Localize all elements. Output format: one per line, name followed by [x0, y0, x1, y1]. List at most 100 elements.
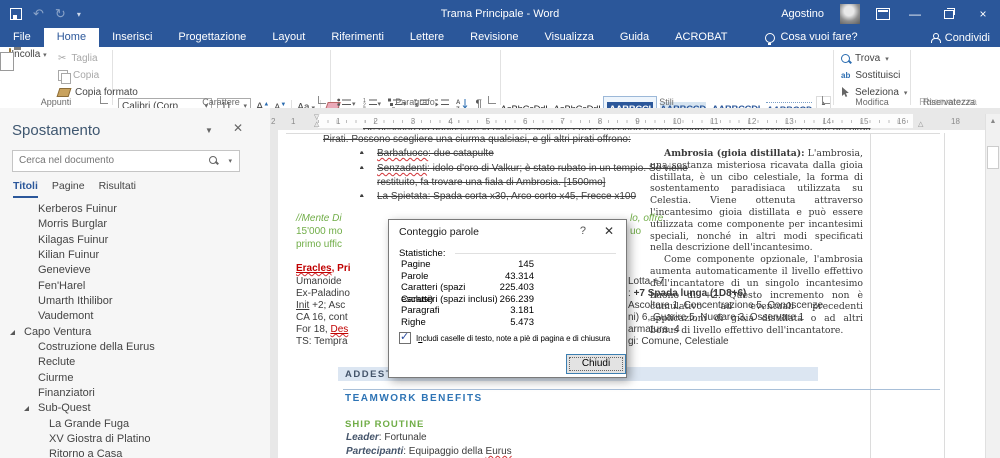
doc-line[interactable]: CA 16, cont — [296, 312, 348, 324]
tab-layout[interactable]: Layout — [259, 28, 318, 47]
paste-button[interactable]: Incolla ▾ — [3, 49, 53, 101]
doc-line[interactable]: lo, offre — [630, 213, 663, 225]
right-indent-marker[interactable]: △ — [918, 121, 923, 128]
stili-dialog-launcher[interactable] — [822, 96, 830, 104]
find-button[interactable]: Trova▾ — [841, 51, 889, 66]
ribbon-display-options-icon[interactable] — [876, 8, 890, 20]
teamwork-heading[interactable]: TEAMWORK BENEFITS — [345, 393, 483, 405]
user-name[interactable]: Agostino — [781, 8, 824, 20]
nav-pane-close-icon[interactable]: ✕ — [233, 121, 243, 135]
cut-button[interactable]: ✂ Taglia — [58, 51, 98, 66]
minimize-button[interactable]: — — [906, 7, 924, 21]
close-button[interactable]: × — [974, 7, 992, 21]
paragrafo-dialog-launcher[interactable] — [488, 96, 496, 104]
tab-visualizza[interactable]: Visualizza — [531, 28, 606, 47]
nav-item[interactable]: La Grande Fuga — [0, 417, 270, 432]
avatar[interactable] — [840, 4, 860, 24]
doc-line[interactable]: restituito, fa trovare una fiala di Ambr… — [377, 177, 605, 189]
tab-acrobat[interactable]: ACROBAT — [662, 28, 740, 47]
tab-riferimenti[interactable]: Riferimenti — [318, 28, 397, 47]
hanging-indent-marker[interactable]: △ — [314, 121, 319, 128]
vertical-scrollbar[interactable]: ▲ — [985, 114, 1000, 458]
share-button[interactable]: Condividi — [931, 28, 990, 47]
search-input[interactable]: Cerca nel documento ▾ — [12, 150, 240, 172]
expand-icon[interactable] — [10, 330, 15, 335]
replace-icon: ab — [841, 71, 850, 80]
doc-line[interactable]: Partecipanti: Equipaggio della Eurus — [346, 446, 512, 458]
tab-progettazione[interactable]: Progettazione — [165, 28, 259, 47]
nav-item[interactable]: Reclute — [0, 355, 270, 370]
doc-line[interactable]: Leader: Fortunale — [346, 432, 427, 444]
dialog-help-button[interactable]: ? — [580, 225, 586, 237]
nav-item[interactable]: XV Giostra di Platino — [0, 432, 270, 447]
text-run: Eracles — [296, 263, 332, 274]
nav-item[interactable]: Ciurme — [0, 371, 270, 386]
doc-line[interactable]: Lotta +7 — [628, 276, 664, 288]
nav-item[interactable]: Capo Ventura — [0, 325, 270, 340]
copy-button[interactable]: Copia — [58, 68, 99, 83]
doc-line[interactable]: 15'000 mo — [296, 226, 342, 238]
scroll-up-icon[interactable]: ▲ — [986, 118, 1000, 125]
nav-item[interactable]: Kilian Fuinur — [0, 248, 270, 263]
nav-item[interactable]: Umarth Ithilibor — [0, 294, 270, 309]
doc-line[interactable]: TS: Tempra — [296, 336, 348, 348]
nav-item[interactable]: Ritorno a Casa — [0, 447, 270, 458]
tab-inserisci[interactable]: Inserisci — [99, 28, 165, 47]
nav-item[interactable]: Genevieve — [0, 263, 270, 278]
tab-lettere[interactable]: Lettere — [397, 28, 457, 47]
stat-value: 145 — [518, 259, 534, 271]
scrollbar-thumb[interactable] — [987, 146, 999, 169]
doc-line[interactable]: Umanoide — [296, 276, 342, 288]
doc-line[interactable]: •Barbafuoco: due catapulte — [360, 148, 494, 160]
word-window: ↶ ↻ ▾ Trama Principale - Word Agostino —… — [0, 0, 1000, 458]
carattere-dialog-launcher[interactable] — [318, 96, 326, 104]
replace-button[interactable]: ab Sostituisci — [841, 68, 900, 83]
nav-item[interactable]: Kerberos Fuinur — [0, 202, 270, 217]
nav-item[interactable]: Morris Burglar — [0, 217, 270, 232]
tab-home[interactable]: Home — [44, 28, 99, 47]
nav-item[interactable]: Sub-Quest — [0, 401, 270, 416]
nav-item[interactable]: Kilagas Fuinur — [0, 233, 270, 248]
doc-line[interactable]: •Senzadenti: idolo d'oro di Valkur; è st… — [360, 163, 688, 175]
nav-item[interactable]: Fen'Harel — [0, 279, 270, 294]
text-run: Leader — [346, 432, 379, 443]
tab-guida[interactable]: Guida — [607, 28, 662, 47]
text-run: Des — [330, 324, 348, 335]
doc-line[interactable]: gi: Comune, Celestiale — [628, 336, 729, 348]
nav-item-label: Morris Burglar — [38, 218, 107, 230]
restore-button[interactable] — [940, 10, 958, 19]
expand-icon[interactable] — [24, 406, 29, 411]
doc-line[interactable]: Init +2; Asc — [296, 300, 345, 312]
doc-line[interactable]: •La Spietata: Spada corta x30, Arco cort… — [360, 191, 636, 203]
doc-line[interactable]: Eracles, Pri — [296, 263, 351, 275]
nav-item[interactable]: Costruzione della Eurus — [0, 340, 270, 355]
text-run: +2; Asc — [309, 300, 345, 311]
first-line-indent-marker[interactable]: ▽ — [314, 114, 319, 121]
chevron-down-icon[interactable]: ▾ — [228, 157, 232, 165]
doc-line[interactable]: uo — [630, 226, 641, 238]
search-icon[interactable] — [209, 156, 217, 164]
ship-routine-heading[interactable]: SHIP ROUTINE — [345, 419, 424, 431]
doc-line[interactable]: Pirati. Possono scegliere una ciurma qua… — [323, 134, 631, 146]
nav-pane-menu-icon[interactable]: ▼ — [205, 126, 213, 135]
dialog-close-button[interactable]: ✕ — [604, 224, 614, 238]
doc-line[interactable]: primo uffic — [296, 239, 342, 251]
doc-line[interactable]: Ex-Paladino — [296, 288, 350, 300]
doc-line[interactable]: ni) 6, Guarire 5, Nuotare 3, Osservare 1 — [628, 312, 804, 324]
tab-revisione[interactable]: Revisione — [457, 28, 531, 47]
doc-line[interactable]: //Mente Di — [296, 213, 342, 225]
nav-tab-pagine[interactable]: Pagine — [52, 180, 85, 198]
tab-file[interactable]: File — [0, 28, 44, 47]
tell-me[interactable]: Cosa vuoi fare? — [765, 28, 858, 47]
nav-tab-risultati[interactable]: Risultati — [99, 180, 136, 198]
nav-item[interactable]: Finanziatori — [0, 386, 270, 401]
doc-line[interactable]: armatura -4 — [628, 324, 680, 336]
doc-line[interactable]: For 18, Des — [296, 324, 348, 336]
doc-line[interactable]: : +7 Spada lunga (1D8+6) — [628, 288, 746, 300]
nav-item[interactable]: Vaudemont — [0, 309, 270, 324]
doc-line[interactable]: Ascoltare 1, Concentrazione 5, Conoscenz… — [628, 300, 823, 312]
nav-tab-titoli[interactable]: Titoli — [13, 180, 38, 198]
appunti-dialog-launcher[interactable] — [100, 96, 108, 104]
include-textboxes-checkbox[interactable]: ✓ Includi caselle di testo, note a piè d… — [399, 332, 610, 344]
close-dialog-button[interactable]: Chiudi — [566, 354, 626, 374]
